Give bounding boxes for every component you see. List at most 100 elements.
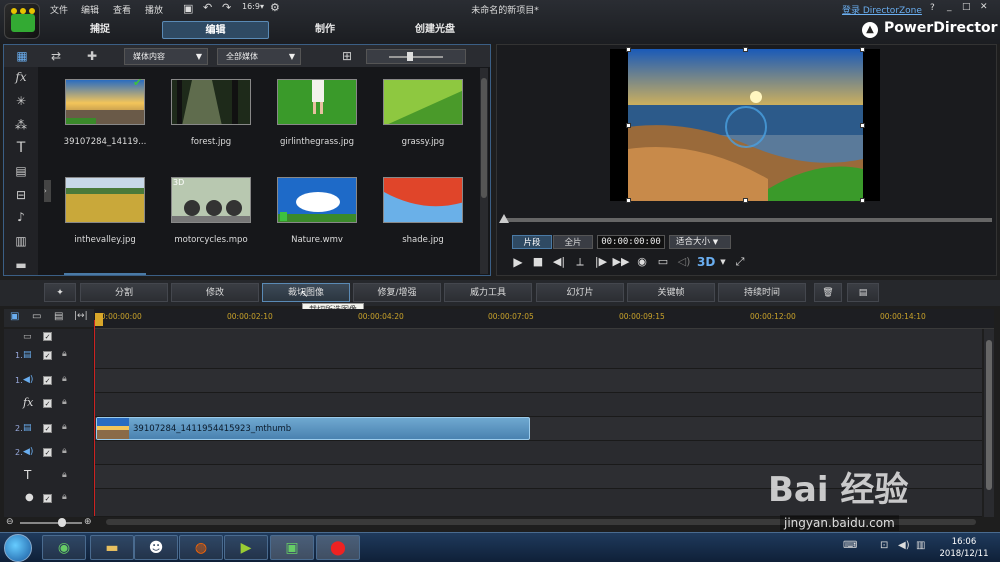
media-thumbnail[interactable] <box>277 177 357 223</box>
pip-objects-icon[interactable]: ✳ <box>12 94 30 112</box>
crop-handle[interactable] <box>860 198 865 203</box>
crop-handle[interactable] <box>626 47 631 52</box>
microphone-icon[interactable]: ♪ <box>12 210 30 228</box>
collapse-panel-icon[interactable]: › <box>44 180 51 202</box>
snapshot-camera-icon[interactable]: ◉ <box>633 254 651 270</box>
transitions-icon[interactable]: ▤ <box>12 164 30 182</box>
tab-create-disc[interactable]: 创建光盘 <box>395 21 475 39</box>
track-manager-icon[interactable]: ▤ <box>54 311 63 322</box>
lock-icon[interactable]: 🔒︎ <box>62 349 67 359</box>
media-thumbnail[interactable] <box>171 79 251 125</box>
tab-edit[interactable]: 编辑 <box>162 21 269 39</box>
keyboard-icon[interactable]: ⌨ <box>843 540 857 551</box>
movie-mode-button[interactable]: 全片 <box>553 235 593 249</box>
fast-forward-icon[interactable]: ▶▶ <box>612 254 630 270</box>
particles-icon[interactable]: ⁂ <box>12 118 30 136</box>
timeline-vertical-scrollbar-thumb[interactable] <box>986 340 992 490</box>
keyframe-button[interactable]: 关键帧 <box>627 283 715 302</box>
preview-image[interactable] <box>628 49 863 201</box>
volume-icon[interactable]: ◁) <box>675 254 693 270</box>
track-enable-checkbox[interactable]: ✓ <box>43 376 52 385</box>
play-icon[interactable]: ▶ <box>509 254 527 270</box>
media-thumbnail[interactable] <box>277 79 357 125</box>
usb-icon[interactable]: ⊡ <box>880 540 888 551</box>
slideshow-button[interactable]: 幻灯片 <box>536 283 624 302</box>
more-features-icon[interactable]: ▤ <box>847 283 879 302</box>
track-enable-checkbox[interactable]: ✓ <box>43 399 52 408</box>
3d-mode-icon[interactable]: 3D <box>697 254 715 270</box>
grid-view-icon[interactable]: ⊞ <box>337 47 357 65</box>
lock-icon[interactable]: 🔒︎ <box>62 374 67 384</box>
track-enable-checkbox[interactable]: ✓ <box>43 494 52 503</box>
media-content-dropdown[interactable]: 媒体内容 ▼ <box>124 48 208 65</box>
file-explorer-icon[interactable]: ▬ <box>90 535 134 560</box>
qq-icon[interactable]: ☻ <box>134 535 178 560</box>
playhead[interactable] <box>94 320 95 516</box>
help-icon[interactable]: ? <box>930 3 935 13</box>
menu-view[interactable]: 查看 <box>113 3 131 16</box>
subtitle-icon[interactable]: ▬ <box>12 258 30 276</box>
close-icon[interactable]: ✕ <box>980 2 988 12</box>
start-button[interactable] <box>4 534 32 562</box>
external-display-icon[interactable]: ▭ <box>654 254 672 270</box>
chapter-icon[interactable]: ▥ <box>12 234 30 252</box>
zoom-fit-dropdown[interactable]: 适合大小 ▼ <box>669 235 731 249</box>
timeline-track[interactable] <box>94 369 982 393</box>
crop-handle[interactable] <box>860 123 865 128</box>
previous-frame-icon[interactable]: ◀| <box>550 254 568 270</box>
timeline-track[interactable] <box>94 393 982 417</box>
tab-produce[interactable]: 制作 <box>285 21 365 39</box>
powerdirector-taskbar-icon[interactable]: ▣ <box>270 535 314 560</box>
crop-handle[interactable] <box>743 198 748 203</box>
clip-mode-button[interactable]: 片段 <box>512 235 552 249</box>
delete-trash-icon[interactable]: 🗑 <box>814 283 842 302</box>
modify-button[interactable]: 修改 <box>171 283 259 302</box>
menu-file[interactable]: 文件 <box>50 3 68 16</box>
stop-icon[interactable]: ■ <box>529 254 547 270</box>
lock-icon[interactable]: 🔒︎ <box>62 446 67 456</box>
duration-button[interactable]: 持续时间 <box>718 283 806 302</box>
thumbnail-size-slider[interactable] <box>366 49 466 64</box>
power-tools-button[interactable]: 威力工具 <box>444 283 532 302</box>
audio-mixing-icon[interactable]: ⊟ <box>12 188 30 206</box>
fx-icon[interactable]: fx <box>12 70 30 88</box>
split-icon[interactable]: ⟂ <box>571 254 589 270</box>
network-icon[interactable]: ▥ <box>916 540 925 551</box>
save-icon[interactable]: ▣ <box>183 2 193 15</box>
media-thumbnail[interactable] <box>383 177 463 223</box>
seek-knob[interactable] <box>499 214 509 223</box>
screen-recorder-icon[interactable]: ⬤ <box>316 535 360 560</box>
lock-icon[interactable]: 🔒︎ <box>62 470 67 480</box>
playhead-marker[interactable] <box>95 313 103 326</box>
zoom-in-icon[interactable]: ⊕ <box>84 517 92 527</box>
undock-preview-icon[interactable]: ⤢ <box>731 254 749 270</box>
crop-handle[interactable] <box>860 47 865 52</box>
lock-icon[interactable]: 🔒︎ <box>62 397 67 407</box>
firefox-icon[interactable]: ◍ <box>179 535 223 560</box>
crop-handle[interactable] <box>626 123 631 128</box>
chevron-down-icon[interactable]: ▼ <box>714 254 732 270</box>
storyboard-view-icon[interactable]: ▭ <box>32 311 41 322</box>
next-frame-icon[interactable]: |▶ <box>592 254 610 270</box>
redo-icon[interactable]: ↷ <box>222 1 231 14</box>
track-enable-checkbox[interactable]: ✓ <box>43 351 52 360</box>
split-button[interactable]: 分割 <box>80 283 168 302</box>
preview-seekbar[interactable] <box>504 218 992 222</box>
lock-icon[interactable]: 🔒︎ <box>62 422 67 432</box>
track-enable-checkbox[interactable]: ✓ <box>43 424 52 433</box>
crop-handle[interactable] <box>743 47 748 52</box>
fit-timeline-icon[interactable]: |↔| <box>74 311 88 321</box>
taskbar-clock[interactable]: 16:06 2018/12/11 <box>935 536 993 560</box>
plugins-icon[interactable]: ✚ <box>82 47 102 65</box>
settings-gear-icon[interactable]: ⚙ <box>270 1 280 14</box>
timeline-view-icon[interactable]: ▣ <box>10 311 19 322</box>
maximize-icon[interactable]: □ <box>962 2 971 12</box>
master-track-checkbox[interactable]: ✓ <box>43 332 52 341</box>
menu-edit[interactable]: 编辑 <box>81 3 99 16</box>
media-filter-dropdown[interactable]: 全部媒体 ▼ <box>217 48 301 65</box>
volume-tray-icon[interactable]: ◀) <box>898 540 910 551</box>
media-thumbnail[interactable] <box>65 177 145 223</box>
lock-icon[interactable]: 🔒︎ <box>62 492 67 502</box>
zoom-out-icon[interactable]: ⊖ <box>6 517 14 527</box>
video-app-icon[interactable]: ▶ <box>224 535 268 560</box>
